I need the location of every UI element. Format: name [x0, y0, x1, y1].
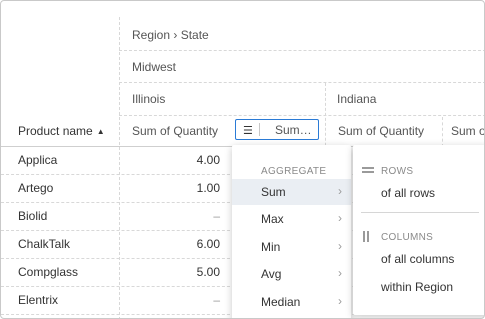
measure-options-button[interactable]: ☰ Sum… [235, 119, 319, 140]
state-header-illinois[interactable]: Illinois [132, 92, 165, 106]
cell-chalktalk-illinois: 6.00 [196, 237, 220, 251]
state-header-indiana[interactable]: Indiana [337, 92, 376, 106]
hamburger-icon: ☰ [243, 125, 253, 137]
menu-item-label: Avg [261, 267, 282, 281]
menu-item-label: Min [261, 240, 281, 254]
row-label-chalktalk[interactable]: ChalkTalk [18, 237, 70, 251]
menu-item-min[interactable]: Min › [232, 234, 351, 260]
row-label-compglass[interactable]: Compglass [18, 265, 78, 279]
grid-vline-rowheader [119, 17, 120, 318]
percent-of-menu: ROWS of all rows COLUMNS of all columns … [353, 145, 484, 315]
button-divider [259, 123, 260, 136]
pivot-table-widget: Region › State Midwest Illinois Indiana … [0, 0, 485, 319]
cell-artego-illinois: 1.00 [196, 181, 220, 195]
cell-biolid-illinois: – [213, 209, 220, 223]
chevron-right-icon: › [338, 266, 342, 280]
grid-vline-measure [442, 117, 443, 147]
measure-header-illinois-2: Sum… [275, 123, 312, 137]
column-path-header[interactable]: Region › State [132, 28, 209, 42]
option-of-all-columns[interactable]: of all columns [381, 252, 454, 266]
row-label-applica[interactable]: Applica [18, 153, 57, 167]
rows-icon [362, 167, 374, 176]
menu-item-label: Median [261, 295, 301, 309]
menu-divider [361, 212, 479, 213]
measure-header-illinois-1[interactable]: Sum of Quantity [132, 124, 218, 138]
aggregate-menu: AGGREGATE Sum › Max › Min › Avg › Median… [232, 145, 351, 318]
grid-hline-2 [119, 82, 484, 83]
row-header-label: Product name [18, 124, 93, 138]
sort-ascending-icon[interactable]: ▲ [97, 127, 105, 136]
cell-compglass-illinois: 5.00 [196, 265, 220, 279]
measure-header-indiana-2[interactable]: Sum o [451, 124, 484, 138]
measure-header-indiana-1[interactable]: Sum of Quantity [338, 124, 424, 138]
columns-icon [363, 231, 373, 242]
row-header-product-name[interactable]: Product name ▲ [18, 124, 105, 138]
cell-elentrix-illinois: – [213, 293, 220, 307]
row-label-elentrix[interactable]: Elentrix [18, 293, 58, 307]
grid-hline-1 [119, 50, 484, 51]
option-of-all-rows[interactable]: of all rows [381, 186, 435, 200]
option-within-region[interactable]: within Region [381, 280, 453, 294]
aggregate-caption: AGGREGATE [261, 166, 327, 177]
menu-item-max[interactable]: Max › [232, 206, 351, 232]
menu-item-sum[interactable]: Sum › [232, 179, 351, 205]
rows-caption: ROWS [381, 166, 414, 177]
menu-item-label: Sum [261, 185, 286, 199]
row-label-artego[interactable]: Artego [18, 181, 53, 195]
chevron-right-icon: › [338, 184, 342, 198]
menu-item-label: Max [261, 212, 284, 226]
region-header-midwest[interactable]: Midwest [132, 60, 176, 74]
cell-applica-illinois: 4.00 [196, 153, 220, 167]
columns-caption: COLUMNS [381, 232, 434, 243]
row-label-biolid[interactable]: Biolid [18, 209, 47, 223]
menu-item-median[interactable]: Median › [232, 289, 351, 315]
chevron-right-icon: › [338, 211, 342, 225]
chevron-right-icon: › [338, 294, 342, 308]
chevron-right-icon: › [338, 239, 342, 253]
grid-hline-3 [119, 115, 484, 116]
menu-item-avg[interactable]: Avg › [232, 261, 351, 287]
